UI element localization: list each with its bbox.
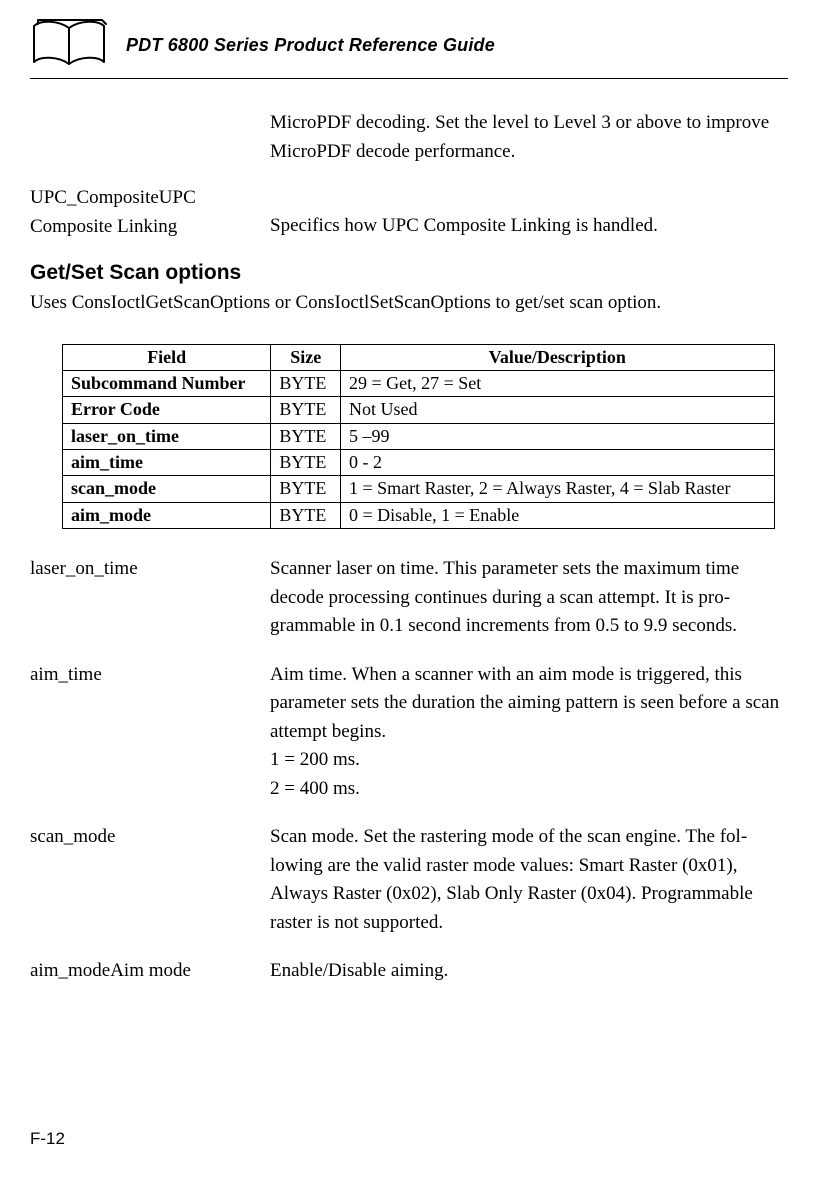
table-header-row: Field Size Value/Description (63, 344, 775, 370)
def-term: scan_mode (30, 823, 270, 937)
page-header: PDT 6800 Series Product Reference Guide (30, 18, 788, 79)
cell-field: Error Code (63, 397, 271, 423)
page: PDT 6800 Series Product Reference Guide … (0, 0, 818, 1177)
upc-composite-row: UPC_CompositeUPC Composite Linking Speci… (30, 184, 788, 241)
table-row: Error Code BYTE Not Used (63, 397, 775, 423)
cell-field: aim_time (63, 450, 271, 476)
upc-term: UPC_CompositeUPC Composite Linking (30, 184, 270, 241)
th-size: Size (271, 344, 341, 370)
def-aim-time: aim_time Aim time. When a scanner with a… (30, 661, 788, 804)
upc-term-line1: UPC_CompositeUPC (30, 187, 196, 208)
cell-size: BYTE (271, 397, 341, 423)
def-desc: Scan mode. Set the rastering mode of the… (270, 823, 788, 937)
table-row: Subcommand Number BYTE 29 = Get, 27 = Se… (63, 370, 775, 396)
cell-value: 1 = Smart Raster, 2 = Always Raster, 4 =… (341, 476, 775, 502)
def-term: aim_modeAim mode (30, 957, 270, 986)
table-row: laser_on_time BYTE 5 –99 (63, 423, 775, 449)
def-desc: Enable/Disable aiming. (270, 957, 788, 986)
cell-field: Subcommand Number (63, 370, 271, 396)
intro-paragraph: MicroPDF decoding. Set the level to Leve… (270, 109, 788, 166)
upc-term-line2: Composite Linking (30, 216, 177, 237)
cell-size: BYTE (271, 502, 341, 528)
header-title: PDT 6800 Series Product Reference Guide (126, 35, 495, 56)
def-scan-mode: scan_mode Scan mode. Set the rastering m… (30, 823, 788, 937)
section-heading: Get/Set Scan options (30, 261, 788, 285)
th-field: Field (63, 344, 271, 370)
cell-size: BYTE (271, 370, 341, 396)
th-value: Value/Description (341, 344, 775, 370)
book-icon (30, 18, 108, 72)
upc-desc: Specifics how UPC Composite Linking is h… (270, 184, 788, 241)
cell-size: BYTE (271, 476, 341, 502)
cell-size: BYTE (271, 423, 341, 449)
cell-field: aim_mode (63, 502, 271, 528)
section-intro: Uses ConsIoctlGetScanOptions or ConsIoct… (30, 289, 788, 318)
def-aim-mode: aim_modeAim mode Enable/Disable aiming. (30, 957, 788, 986)
table-row: aim_time BYTE 0 - 2 (63, 450, 775, 476)
page-number: F-12 (30, 1129, 65, 1149)
cell-size: BYTE (271, 450, 341, 476)
def-term: laser_on_time (30, 555, 270, 641)
scan-options-table: Field Size Value/Description Subcommand … (62, 344, 775, 530)
cell-value: 0 - 2 (341, 450, 775, 476)
table-row: scan_mode BYTE 1 = Smart Raster, 2 = Alw… (63, 476, 775, 502)
cell-field: scan_mode (63, 476, 271, 502)
cell-value: Not Used (341, 397, 775, 423)
cell-field: laser_on_time (63, 423, 271, 449)
cell-value: 0 = Disable, 1 = Enable (341, 502, 775, 528)
cell-value: 5 –99 (341, 423, 775, 449)
def-term: aim_time (30, 661, 270, 804)
def-laser-on-time: laser_on_time Scanner laser on time. Thi… (30, 555, 788, 641)
cell-value: 29 = Get, 27 = Set (341, 370, 775, 396)
table-row: aim_mode BYTE 0 = Disable, 1 = Enable (63, 502, 775, 528)
def-desc: Scanner laser on time. This parameter se… (270, 555, 788, 641)
def-desc: Aim time. When a scanner with an aim mod… (270, 661, 788, 804)
